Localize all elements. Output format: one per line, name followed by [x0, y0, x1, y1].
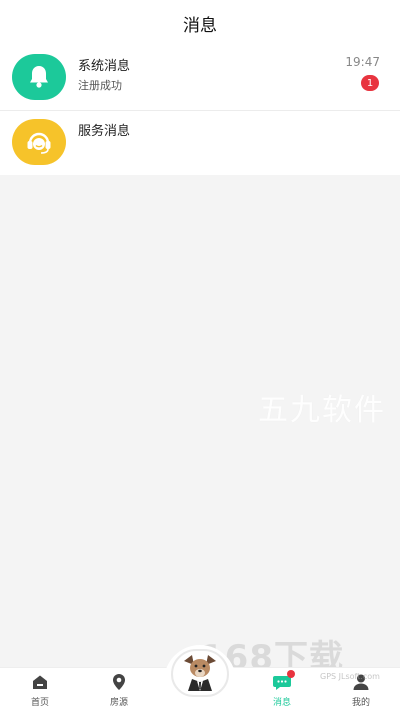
chat-bubble-icon	[272, 670, 295, 691]
tab-label: 消息	[272, 698, 291, 708]
message-item-system[interactable]: 系统消息 注册成功 19:47 1	[0, 46, 400, 111]
watermark-text: 五九软件	[258, 393, 386, 428]
notification-dot	[287, 670, 295, 678]
message-title: 服务消息	[78, 124, 131, 139]
tab-label: 我的	[351, 698, 370, 708]
dog-mascot-icon	[178, 651, 222, 695]
tab-home[interactable]: 首页	[10, 673, 70, 711]
tab-label: 房源	[109, 698, 128, 708]
message-title: 系统消息	[78, 59, 131, 74]
unread-badge: 1	[361, 75, 379, 91]
center-tab-button[interactable]	[171, 649, 229, 697]
page-title: 消息	[183, 15, 217, 36]
message-item-service[interactable]: 服务消息	[0, 111, 400, 175]
location-pin-icon	[109, 673, 129, 691]
customer-service-icon	[12, 119, 66, 165]
message-preview: 注册成功	[78, 79, 122, 92]
bell-icon	[12, 54, 66, 100]
message-list: 系统消息 注册成功 19:47 1 服务消息	[0, 46, 400, 175]
home-icon	[30, 673, 50, 691]
message-time: 19:47	[345, 55, 380, 69]
tab-listings[interactable]: 房源	[89, 673, 149, 711]
tab-label: 首页	[30, 698, 49, 708]
watermark-url: GPS JLsoft.com	[320, 672, 380, 681]
tab-messages[interactable]: 消息	[252, 670, 312, 711]
app-header: 消息	[0, 0, 400, 46]
